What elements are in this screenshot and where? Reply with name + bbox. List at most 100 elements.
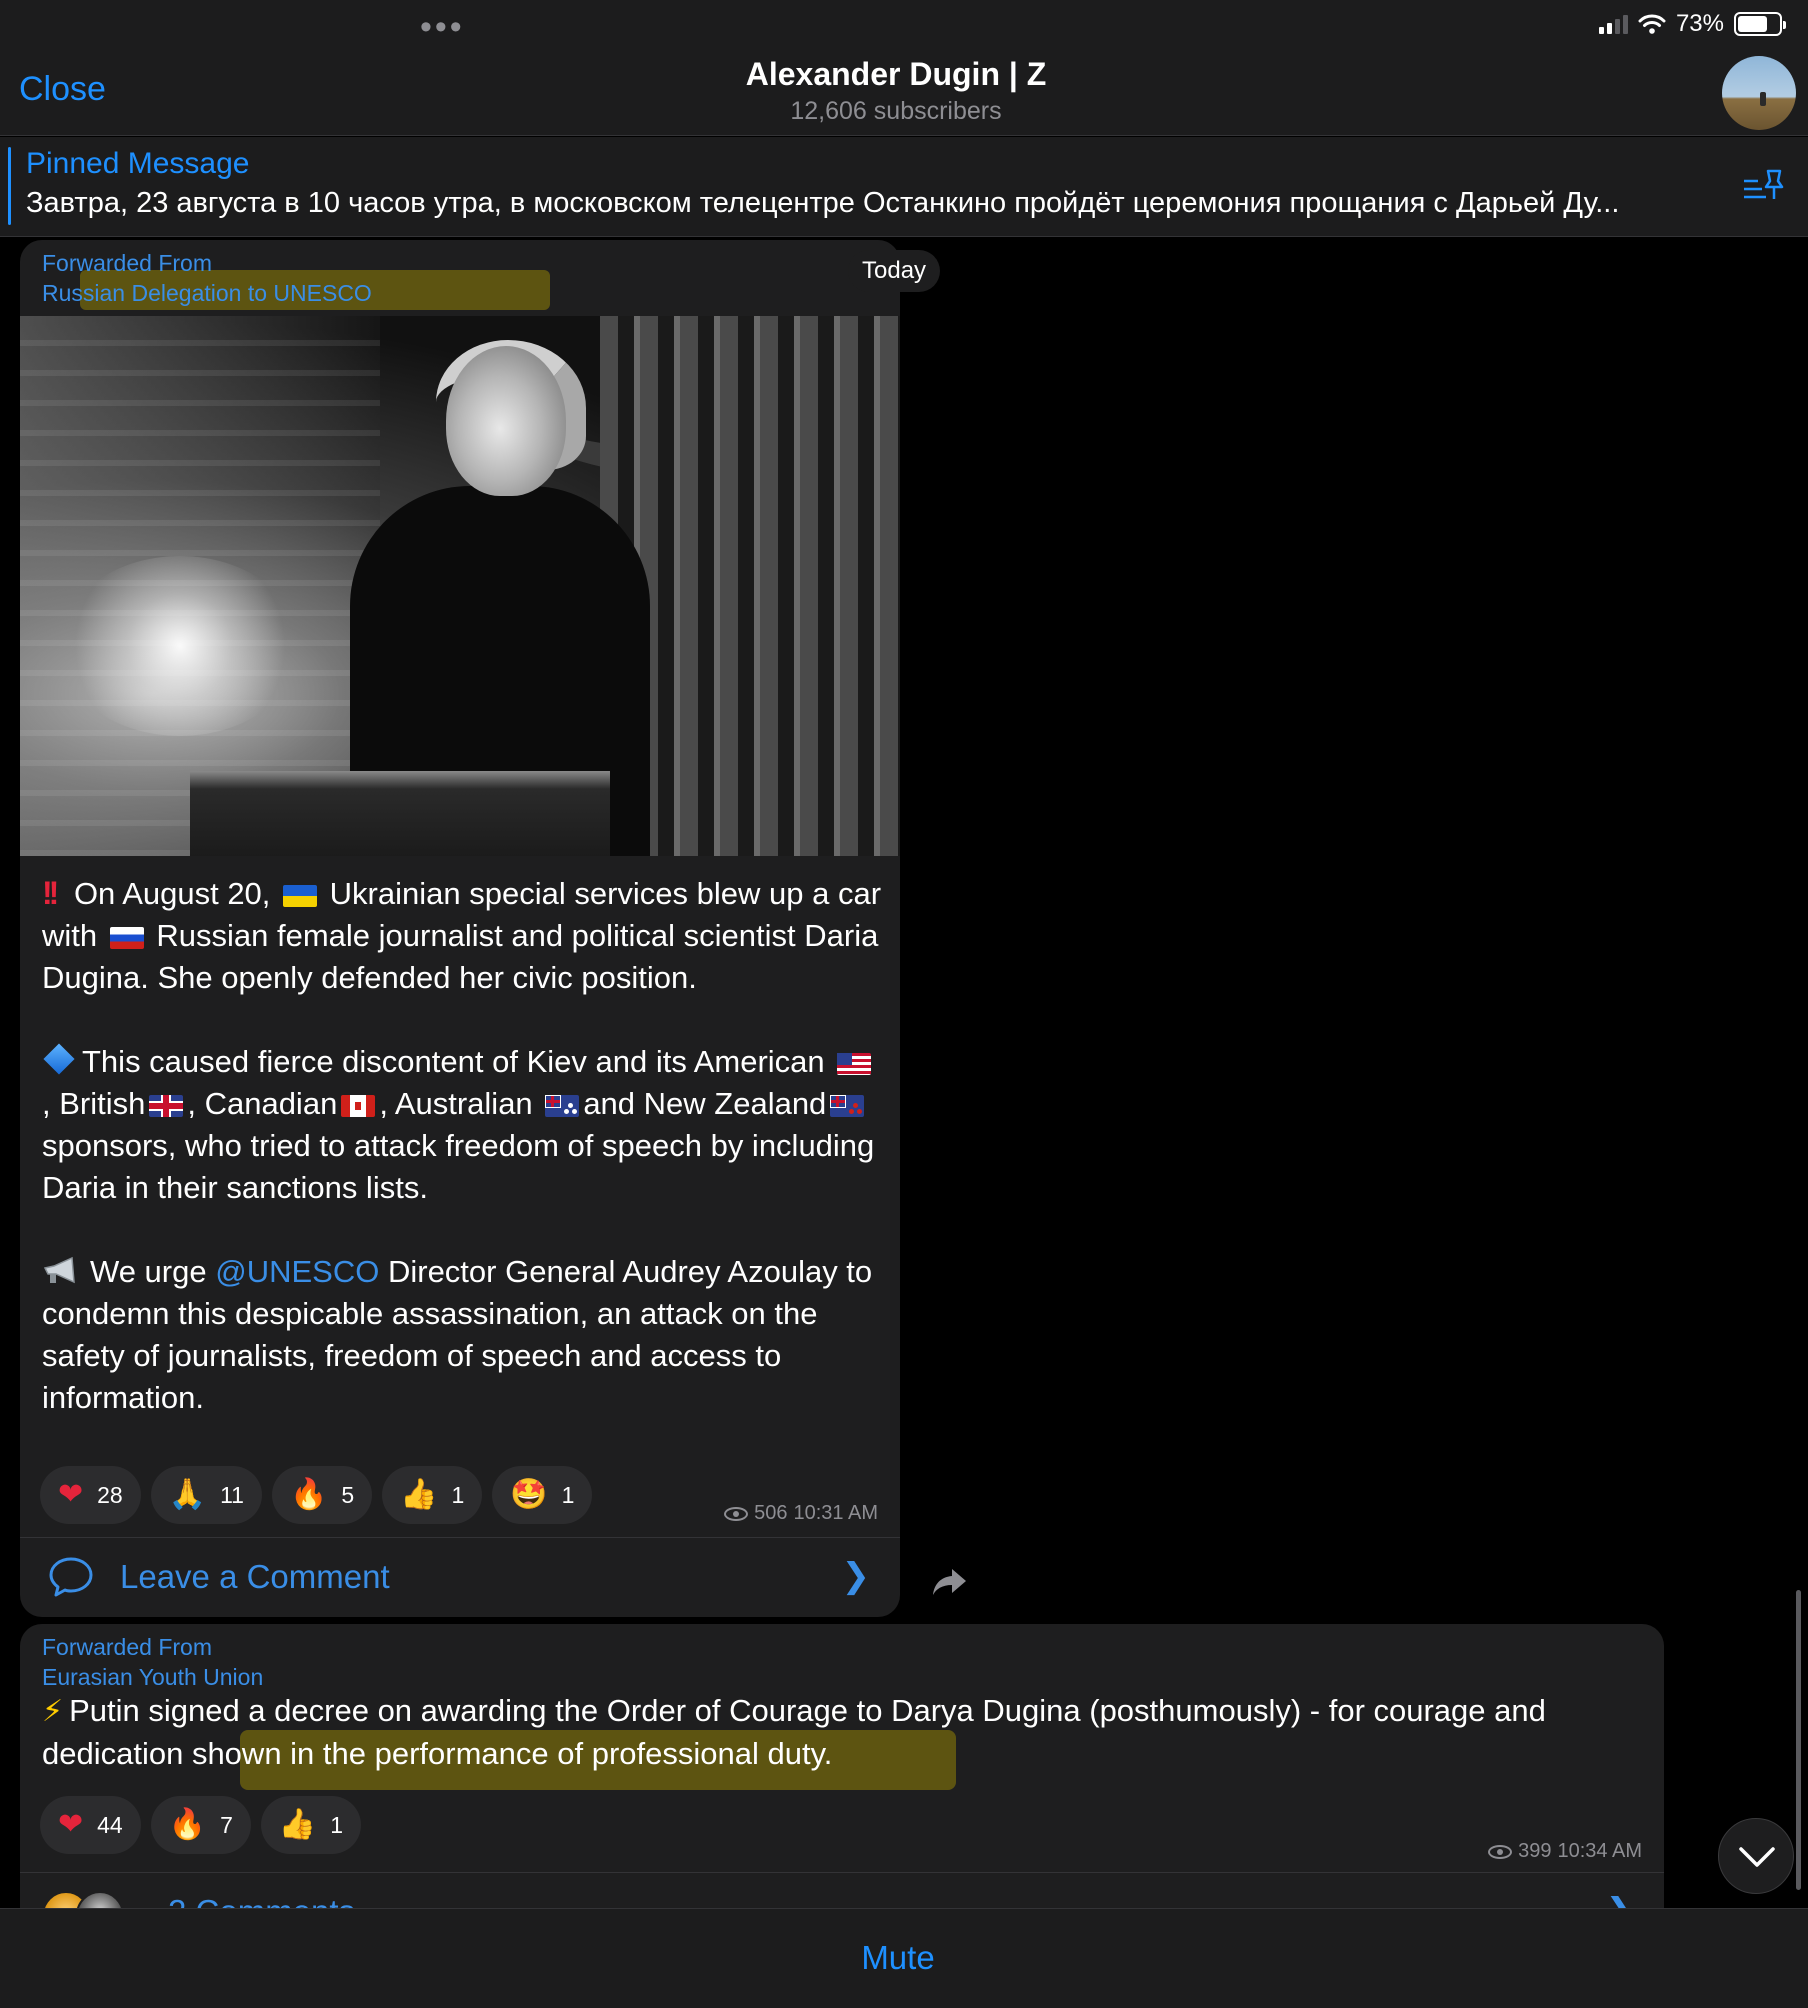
text-segment: We urge [90,1254,207,1289]
chat-header: Close Alexander Dugin | Z 12,606 subscri… [0,50,1808,136]
text-segment: This caused fierce discontent of Kiev an… [82,1044,825,1079]
reaction-fire[interactable]: 🔥 5 [271,1466,373,1524]
view-count: 506 [754,1502,788,1524]
subscriber-count: 12,606 subscribers [790,97,1002,125]
pinned-text: Завтра, 23 августа в 10 часов утра, в мо… [26,187,1620,219]
text-segment: sponsors, who tried to attack freedom of… [42,1128,883,1205]
comments-count-label: 2 Comments [168,1893,355,1908]
pinned-message-bar[interactable]: Pinned Message Завтра, 23 августа в 10 ч… [0,137,1808,237]
message-bubble[interactable]: Forwarded From Russian Delegation to UNE… [20,240,900,1617]
reaction-count: 1 [330,1811,344,1838]
channel-title-block[interactable]: Alexander Dugin | Z 12,606 subscribers [0,56,1792,126]
message-list[interactable]: Forwarded From Russian Delegation to UNE… [0,238,1808,1908]
reaction-count: 1 [561,1481,575,1508]
double-exclamation-icon: !! [42,875,59,911]
scrollbar[interactable] [1796,1590,1801,1890]
new-zealand-flag-icon [830,1095,865,1117]
comment-bubble-icon [49,1557,93,1597]
text-segment: , Canadian [187,1086,338,1121]
channel-title: Alexander Dugin | Z [745,56,1047,92]
text-segment: , British [42,1086,146,1121]
reaction-count: 28 [97,1481,123,1508]
fire-icon: 🔥 [168,1808,207,1841]
forwarded-source-name[interactable]: Eurasian Youth Union [42,1662,263,1692]
battery-icon [1734,12,1786,36]
channel-avatar[interactable] [1722,56,1796,130]
reactions-row: ❤ 44 🔥 7 👍 1 [40,1796,362,1854]
leave-comment-button[interactable]: Leave a Comment ❯ [20,1537,900,1617]
uk-flag-icon [149,1095,184,1117]
reaction-count: 5 [341,1481,355,1508]
cellular-signal-icon [1598,14,1628,34]
pinned-title: Pinned Message [26,147,250,180]
leave-comment-label: Leave a Comment [120,1558,390,1595]
battery-percentage: 73% [1675,10,1724,37]
text-segment: Russian female journalist and political … [42,918,887,995]
forward-header[interactable]: Forwarded From Eurasian Youth Union [42,1632,263,1692]
message-photo[interactable] [20,316,900,856]
text-segment: , Australian [379,1086,533,1121]
status-bar: ••• 73% [0,0,1808,50]
star-struck-icon: 🤩 [510,1478,548,1511]
reaction-count: 44 [97,1811,123,1838]
text-segment: On August 20, [73,876,271,911]
reaction-thumbs-up[interactable]: 👍 1 [382,1466,483,1524]
reaction-folded-hands[interactable]: 🙏 11 [150,1466,262,1524]
usa-flag-icon [837,1053,872,1075]
message-meta: 399 10:34 AM [1488,1840,1642,1863]
text-segment: and New Zealand [583,1086,827,1121]
chevron-right-icon: ❯ [1606,1891,1635,1908]
heart-icon: ❤ [58,1808,84,1841]
loudspeaker-icon [43,1256,75,1284]
reaction-thumbs-up[interactable]: 👍 1 [260,1796,362,1854]
message-time: 10:34 AM [1557,1840,1642,1862]
chevron-down-icon [1739,1847,1775,1867]
message-time: 10:31 AM [793,1502,878,1524]
unesco-mention-link[interactable]: @UNESCO [215,1254,379,1289]
reaction-count: 1 [451,1481,465,1508]
reaction-heart[interactable]: ❤ 44 [40,1796,141,1854]
forwarded-from-label: Forwarded From [42,250,212,276]
text-segment: Putin signed a decree on awarding the Or… [42,1693,1546,1771]
commenter-avatars [42,1891,124,1908]
bottom-bar: Mute [0,1908,1808,2008]
forward-header[interactable]: Forwarded From Russian Delegation to UNE… [42,248,372,308]
lightning-icon: ⚡ [42,1695,64,1728]
thumbs-up-icon: 👍 [400,1478,438,1511]
fire-icon: 🔥 [289,1478,328,1511]
reactions-row: ❤ 28 🙏 11 🔥 5 👍 1 🤩 1 [40,1466,593,1524]
ukraine-flag-icon [283,885,318,907]
date-badge: Today [848,250,941,292]
blue-diamond-icon [43,1043,75,1075]
share-icon[interactable] [930,1565,970,1599]
status-indicators: 73% [1598,10,1786,38]
reaction-fire[interactable]: 🔥 7 [150,1796,251,1854]
views-eye-icon [724,1506,749,1521]
mute-button[interactable]: Mute [0,1939,1796,1977]
avatar [76,1891,124,1908]
forwarded-source-name[interactable]: Russian Delegation to UNESCO [42,278,372,308]
view-count: 399 [1518,1840,1552,1862]
folded-hands-icon: 🙏 [168,1478,207,1511]
chevron-right-icon: ❯ [841,1557,871,1595]
reaction-star-struck[interactable]: 🤩 1 [492,1466,593,1524]
heart-icon: ❤ [58,1478,84,1511]
pinned-indicator [8,147,11,225]
message-text: !! On August 20, Ukrainian special servi… [42,872,882,1419]
message-text: ⚡ Putin signed a decree on awarding the O… [42,1690,1642,1775]
multitasking-dots[interactable]: ••• [420,8,465,47]
wifi-icon [1638,14,1666,34]
canada-flag-icon [341,1095,376,1117]
reaction-count: 11 [220,1481,244,1508]
comments-button[interactable]: 2 Comments ❯ [20,1872,1664,1908]
reaction-heart[interactable]: ❤ 28 [40,1466,141,1524]
russia-flag-icon [109,927,144,949]
thumbs-up-icon: 👍 [278,1808,317,1841]
pinned-list-icon[interactable] [1742,167,1786,207]
forwarded-from-label: Forwarded From [42,1634,212,1660]
message-bubble[interactable]: Forwarded From Eurasian Youth Union ⚡ Put… [20,1624,1664,1908]
views-eye-icon [1488,1844,1513,1859]
scroll-to-bottom-button[interactable] [1718,1818,1794,1894]
message-meta: 506 10:31 AM [724,1502,878,1525]
reaction-count: 7 [220,1811,233,1838]
